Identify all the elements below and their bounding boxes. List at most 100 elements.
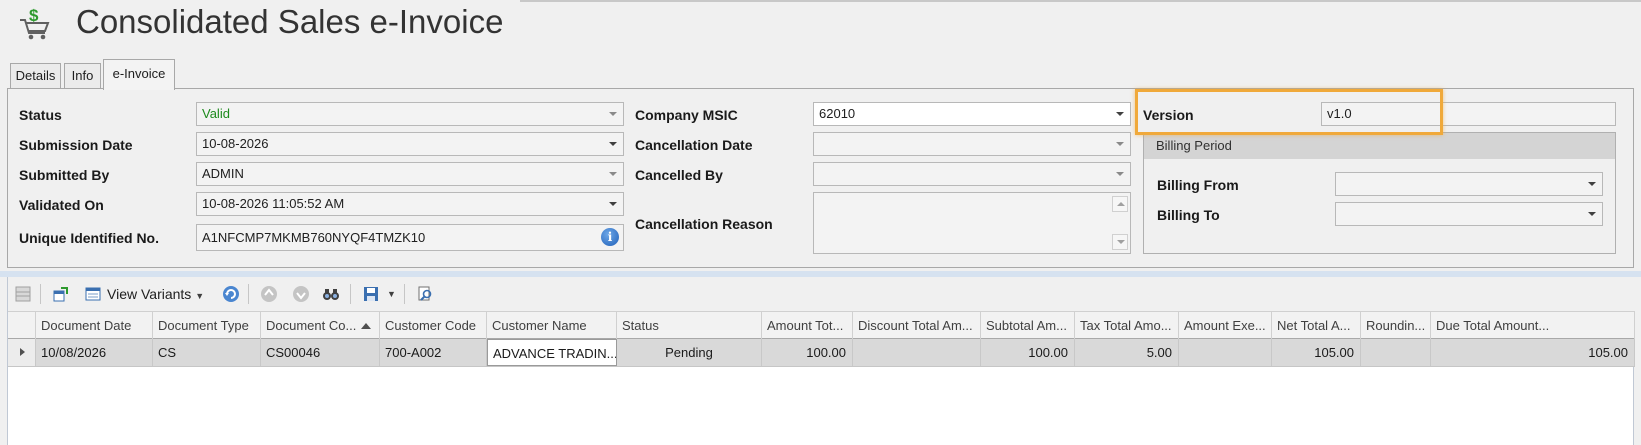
scroll-down-icon[interactable] — [1112, 234, 1128, 250]
grid-header: Document Date Document Type Document Co.… — [8, 311, 1635, 339]
view-variants-label: View Variants — [107, 286, 192, 302]
cell-rounding[interactable] — [1361, 339, 1431, 366]
cancellation-reason-label: Cancellation Reason — [635, 216, 773, 232]
billing-to-field[interactable] — [1335, 202, 1603, 226]
chevron-down-icon[interactable] — [609, 142, 617, 146]
cancellation-reason-textarea[interactable] — [813, 192, 1131, 254]
tab-details[interactable]: Details — [10, 63, 61, 89]
status-label: Status — [19, 107, 62, 123]
submission-date-value: 10-08-2026 — [202, 136, 269, 151]
column-header-status[interactable]: Status — [617, 312, 762, 339]
company-msic-field[interactable]: 62010 — [813, 102, 1131, 126]
column-header-discount-total[interactable]: Discount Total Am... — [853, 312, 981, 339]
table-row[interactable]: 10/08/2026 CS CS00046 700-A002 ADVANCE T… — [8, 339, 1635, 367]
view-variants-button[interactable]: View Variants ▼ — [107, 286, 204, 302]
billing-from-field[interactable] — [1335, 172, 1603, 196]
company-msic-value: 62010 — [819, 106, 856, 121]
chevron-down-icon[interactable] — [1116, 112, 1124, 116]
column-header-document-type[interactable]: Document Type — [153, 312, 261, 339]
column-header-document-code[interactable]: Document Co... — [261, 312, 380, 339]
chevron-down-icon[interactable] — [609, 172, 617, 176]
cancelled-by-label: Cancelled By — [635, 167, 723, 183]
submission-date-label: Submission Date — [19, 137, 133, 153]
page-title: Consolidated Sales e-Invoice — [76, 3, 504, 40]
chevron-down-icon[interactable] — [1588, 212, 1596, 216]
info-icon[interactable]: i — [601, 228, 619, 246]
cell-customer-name[interactable]: ADVANCE TRADIN... — [487, 339, 617, 366]
export-window-icon[interactable] — [52, 285, 70, 303]
chevron-down-icon[interactable] — [1116, 172, 1124, 176]
validated-on-field[interactable]: 10-08-2026 11:05:52 AM — [196, 192, 624, 216]
save-icon[interactable] — [362, 285, 380, 303]
column-header-document-date[interactable]: Document Date — [36, 312, 153, 339]
unique-identified-no-field[interactable]: A1NFCMP7MKMB760NYQF4TMZK10 i — [196, 224, 624, 251]
column-header-customer-code[interactable]: Customer Code — [380, 312, 487, 339]
version-value: v1.0 — [1327, 106, 1352, 121]
shopping-cart-dollar-icon: $ — [20, 6, 50, 40]
submitted-by-label: Submitted By — [19, 167, 110, 183]
cell-status[interactable]: Pending — [617, 339, 762, 366]
save-dropdown-arrow-icon[interactable]: ▼ — [387, 289, 396, 299]
column-header-tax-total[interactable]: Tax Total Amo... — [1075, 312, 1179, 339]
cell-document-code[interactable]: CS00046 — [261, 339, 380, 366]
column-header-rounding[interactable]: Roundin... — [1361, 312, 1431, 339]
refresh-icon[interactable] — [222, 285, 240, 303]
tab-info[interactable]: Info — [64, 63, 101, 89]
validated-on-label: Validated On — [19, 197, 104, 213]
column-header-net-total[interactable]: Net Total A... — [1272, 312, 1361, 339]
cell-customer-code[interactable]: 700-A002 — [380, 339, 487, 366]
column-header-amount-total[interactable]: Amount Tot... — [762, 312, 853, 339]
chevron-down-icon[interactable] — [1588, 182, 1596, 186]
column-header-subtotal[interactable]: Subtotal Am... — [981, 312, 1075, 339]
submission-date-field[interactable]: 10-08-2026 — [196, 132, 624, 156]
chevron-down-icon[interactable] — [609, 202, 617, 206]
unique-identified-no-label: Unique Identified No. — [19, 230, 159, 246]
row-pointer-icon — [8, 339, 36, 366]
chevron-down-icon[interactable] — [609, 112, 617, 116]
cell-net-total[interactable]: 105.00 — [1272, 339, 1361, 366]
page-header: $ Consolidated Sales e-Invoice — [0, 0, 1641, 56]
preview-search-icon[interactable] — [416, 285, 434, 303]
cancellation-date-field[interactable] — [813, 132, 1131, 156]
column-header-amount-exempt[interactable]: Amount Exe... — [1179, 312, 1272, 339]
toolbar-separator — [40, 284, 41, 304]
billing-period-header: Billing Period — [1144, 133, 1615, 159]
cell-document-type[interactable]: CS — [153, 339, 261, 366]
cell-amount-exempt[interactable] — [1179, 339, 1272, 366]
move-down-icon[interactable] — [292, 285, 310, 303]
grid-toolbar: View Variants ▼ ▼ — [8, 277, 1635, 311]
toolbar-separator — [248, 284, 249, 304]
version-field[interactable]: v1.0 — [1321, 102, 1616, 126]
cell-tax-total[interactable]: 5.00 — [1075, 339, 1179, 366]
billing-from-label: Billing From — [1157, 177, 1239, 193]
view-variants-icon[interactable] — [84, 285, 102, 303]
cell-amount-total[interactable]: 100.00 — [762, 339, 853, 366]
cell-document-date[interactable]: 10/08/2026 — [36, 339, 153, 366]
document-grid: View Variants ▼ ▼ Document Date Document… — [7, 277, 1635, 445]
grid-layout-icon[interactable] — [14, 285, 32, 303]
move-up-icon[interactable] — [260, 285, 278, 303]
company-msic-label: Company MSIC — [635, 107, 738, 123]
cancellation-date-label: Cancellation Date — [635, 137, 753, 153]
version-label: Version — [1143, 107, 1194, 123]
tab-e-invoice[interactable]: e-Invoice — [103, 59, 175, 90]
chevron-down-icon[interactable] — [1116, 142, 1124, 146]
cell-due-total[interactable]: 105.00 — [1431, 339, 1635, 366]
submitted-by-field[interactable]: ADMIN — [196, 162, 624, 186]
toolbar-separator — [350, 284, 351, 304]
status-value: Valid — [202, 106, 230, 121]
column-header-customer-name[interactable]: Customer Name — [487, 312, 617, 339]
status-field[interactable]: Valid — [196, 102, 624, 126]
column-header-document-code-label: Document Co... — [266, 318, 357, 333]
column-header-due-total[interactable]: Due Total Amount... — [1431, 312, 1635, 339]
cancelled-by-field[interactable] — [813, 162, 1131, 186]
cell-subtotal[interactable]: 100.00 — [981, 339, 1075, 366]
scroll-up-icon[interactable] — [1112, 196, 1128, 212]
submitted-by-value: ADMIN — [202, 166, 244, 181]
billing-to-label: Billing To — [1157, 207, 1220, 223]
row-indicator-header — [8, 312, 36, 339]
find-binoculars-icon[interactable] — [322, 285, 340, 303]
toolbar-separator — [404, 284, 405, 304]
cell-discount-total[interactable] — [853, 339, 981, 366]
dropdown-arrow-icon: ▼ — [195, 291, 205, 301]
